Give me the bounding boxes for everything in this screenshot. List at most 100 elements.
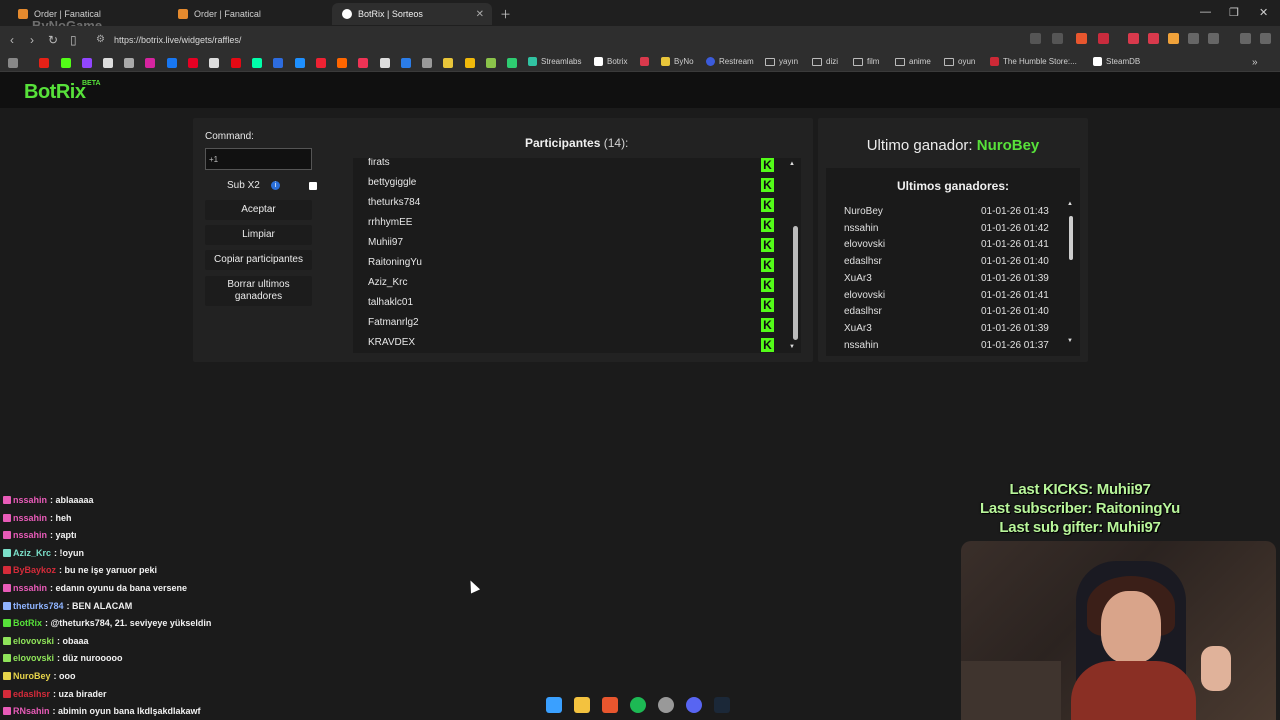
reload-icon[interactable]: ↻ [48, 33, 58, 47]
bookmark-botrix[interactable]: Botrix [594, 57, 627, 66]
amazon-icon[interactable] [380, 58, 390, 68]
brave-browser-icon[interactable] [602, 697, 618, 713]
participants-list[interactable]: firats Kbettygiggle Ktheturks784 KrrhhymEE K… [353, 158, 801, 353]
bookmark-folder-dizi[interactable]: dizi [812, 57, 838, 66]
bookmark-label: Botrix [607, 57, 628, 66]
bookmark-icon[interactable] [124, 58, 134, 68]
kick-icon[interactable] [61, 58, 71, 68]
scroll-down-icon[interactable]: ▼ [789, 344, 795, 350]
forward-icon[interactable]: › [30, 33, 34, 47]
webcam-face [1101, 591, 1161, 663]
browser-tab-strip: Order | Fanatical ByNoGame Order | Fanat… [0, 0, 1280, 33]
chat-text: : düz nurooooo [57, 653, 123, 664]
scroll-up-icon[interactable]: ▲ [1067, 201, 1073, 207]
translate-icon[interactable] [1030, 33, 1041, 44]
steam-icon[interactable] [714, 697, 730, 713]
extension-icon[interactable] [1148, 33, 1159, 44]
back-icon[interactable]: ‹ [10, 33, 14, 47]
copy-participants-button[interactable]: Copiar participantes [205, 250, 312, 270]
scroll-thumb[interactable] [1069, 216, 1073, 260]
bookmark-folder-film[interactable]: film [853, 57, 879, 66]
bookmark-icon[interactable] [273, 58, 283, 68]
delete-winners-button[interactable]: Borrar ultimos ganadores [205, 276, 312, 306]
sidebar-icon[interactable] [1208, 33, 1219, 44]
accept-button[interactable]: Aceptar [205, 200, 312, 220]
tab-botrix-sorteos[interactable]: BotRix | Sorteos ✕ [332, 3, 492, 25]
bookmark-humble[interactable]: The Humble Store:... [990, 57, 1077, 66]
x-icon[interactable] [103, 58, 113, 68]
maximize-icon[interactable]: ❐ [1229, 6, 1239, 19]
bookmark-label: dizi [826, 57, 839, 66]
bookmark-icon[interactable] [252, 58, 262, 68]
bookmark-byno[interactable]: ByNo [661, 57, 694, 66]
bookmark-icon[interactable]: ▯ [70, 33, 77, 47]
last-winner-label: Ultimo ganador: [866, 137, 973, 154]
close-window-icon[interactable]: ✕ [1259, 6, 1268, 19]
facebook-icon[interactable] [167, 58, 177, 68]
binance-icon[interactable] [465, 58, 475, 68]
bookmark-steamdb[interactable]: SteamDB [1093, 57, 1140, 66]
participants-scrollbar[interactable]: ▲ ▼ [789, 158, 799, 353]
scroll-down-icon[interactable]: ▼ [1067, 338, 1073, 344]
twitch-icon[interactable] [82, 58, 92, 68]
wallet-icon[interactable] [1240, 33, 1251, 44]
bookmark-icon[interactable] [316, 58, 326, 68]
command-label: Command: [205, 131, 254, 142]
bookmark-icon[interactable] [401, 58, 411, 68]
apps-grid-icon[interactable] [8, 58, 18, 68]
file-explorer-icon[interactable] [574, 697, 590, 713]
pinterest-icon[interactable] [188, 58, 198, 68]
tab-order-fanatical-2[interactable]: Order | Fanatical [168, 3, 328, 25]
extension-icon[interactable] [1168, 33, 1179, 44]
extension-icon[interactable] [1128, 33, 1139, 44]
winner-name: nssahin [844, 339, 879, 348]
bookmark-icon[interactable] [358, 58, 368, 68]
chat-message: NuroBey: ooo [3, 668, 76, 684]
minimize-icon[interactable]: — [1200, 6, 1211, 18]
spotify-icon[interactable] [630, 697, 646, 713]
scroll-up-icon[interactable]: ▲ [789, 161, 795, 167]
url-field[interactable]: ⚙ https://botrix.live/widgets/raffles/ [92, 30, 1012, 50]
brave-rewards-icon[interactable] [1098, 33, 1109, 44]
winners-scrollbar[interactable]: ▲ ▼ [1066, 201, 1076, 348]
raffle-panel: Command: Sub X2 i Aceptar Limpiar Copiar… [193, 118, 813, 362]
bookmark-icon-only[interactable] [640, 57, 653, 66]
brave-shields-icon[interactable] [1076, 33, 1087, 44]
command-input[interactable] [205, 148, 312, 170]
info-icon[interactable]: i [271, 181, 280, 190]
chat-message: edaslhsr: uza birader [3, 686, 107, 702]
scroll-thumb[interactable] [793, 226, 798, 340]
discord-icon[interactable] [686, 697, 702, 713]
menu-icon[interactable] [1260, 33, 1271, 44]
instagram-icon[interactable] [145, 58, 155, 68]
more-bookmarks-icon[interactable]: » [1252, 57, 1258, 68]
extensions-puzzle-icon[interactable] [1188, 33, 1199, 44]
chat-badge-icon [3, 513, 11, 522]
bookmark-icon[interactable] [443, 58, 453, 68]
bookmark-restream[interactable]: Restream [706, 57, 754, 66]
tiktok-icon[interactable] [209, 58, 219, 68]
winners-list[interactable]: NuroBey 01-01-26 01:43 nssahin 01-01-26 01:… [826, 206, 1080, 348]
netflix-icon[interactable] [231, 58, 241, 68]
youtube-icon[interactable] [39, 58, 49, 68]
share-icon[interactable] [1052, 33, 1063, 44]
site-settings-icon[interactable]: ⚙ [96, 34, 105, 45]
clear-button[interactable]: Limpiar [205, 225, 312, 245]
close-tab-icon[interactable]: ✕ [476, 9, 484, 20]
bookmark-icon[interactable] [337, 58, 347, 68]
bookmark-folder-anime[interactable]: anime [895, 57, 931, 66]
obs-icon[interactable] [658, 697, 674, 713]
bookmark-icon[interactable] [486, 58, 496, 68]
botrix-logo[interactable]: BotRix [24, 81, 86, 104]
winner-name: NuroBey [844, 206, 883, 217]
bookmark-icon[interactable] [422, 58, 432, 68]
sub-x2-checkbox[interactable] [309, 182, 317, 190]
bookmark-icon[interactable] [295, 58, 305, 68]
windows-start-icon[interactable] [546, 697, 562, 713]
bookmark-streamlabs[interactable]: Streamlabs [528, 57, 581, 66]
bookmark-icon[interactable] [507, 58, 517, 68]
bookmark-folder-oyun[interactable]: oyun [944, 57, 975, 66]
bookmark-folder-yayin[interactable]: yayın [765, 57, 798, 66]
new-tab-icon[interactable]: ＋ [500, 6, 511, 22]
chat-username: Aziz_Krc [13, 547, 52, 558]
